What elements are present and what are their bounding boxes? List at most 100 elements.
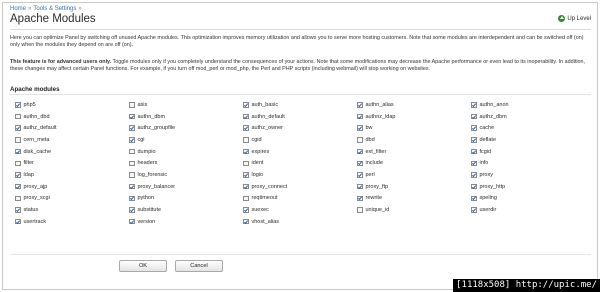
module-item[interactable]: authn_default	[243, 111, 355, 123]
module-item[interactable]: cache	[471, 122, 583, 134]
module-checkbox[interactable]	[15, 218, 21, 225]
module-item[interactable]: authz_owner	[243, 122, 355, 134]
cancel-button[interactable]: Cancel	[175, 260, 223, 272]
module-checkbox[interactable]	[471, 137, 477, 143]
module-item[interactable]: userdir	[471, 204, 583, 216]
module-item[interactable]: authz_dbm	[471, 111, 583, 123]
module-checkbox[interactable]	[15, 148, 21, 155]
module-checkbox[interactable]	[129, 195, 135, 202]
module-checkbox[interactable]	[357, 195, 363, 202]
module-item[interactable]: php5	[15, 99, 127, 111]
module-checkbox[interactable]	[471, 160, 477, 167]
module-item[interactable]: filter	[15, 157, 127, 169]
module-item[interactable]: logio	[243, 169, 355, 181]
module-item[interactable]: authz_default	[15, 122, 127, 134]
module-checkbox[interactable]	[129, 125, 135, 131]
module-item[interactable]: speling	[471, 193, 583, 205]
module-checkbox[interactable]	[129, 102, 135, 108]
module-checkbox[interactable]	[357, 148, 363, 155]
module-item[interactable]: log_forensic	[129, 169, 241, 181]
module-checkbox[interactable]	[243, 148, 249, 155]
ok-button[interactable]: OK	[119, 260, 167, 272]
module-checkbox[interactable]	[243, 102, 249, 108]
module-item[interactable]: cern_meta	[15, 134, 127, 146]
module-checkbox[interactable]	[471, 125, 477, 131]
module-checkbox[interactable]	[243, 183, 249, 190]
breadcrumb-tools-settings-link[interactable]: Tools & Settings	[33, 6, 76, 12]
module-item[interactable]: cgid	[243, 134, 355, 146]
module-item[interactable]: authnz_ldap	[357, 111, 469, 123]
module-item[interactable]: fcgid	[471, 146, 583, 158]
module-item[interactable]: reqtimeout	[243, 193, 355, 205]
module-checkbox[interactable]	[471, 113, 477, 120]
module-checkbox[interactable]	[471, 172, 477, 178]
module-item[interactable]: ldap	[15, 169, 127, 181]
module-item[interactable]: asis	[129, 99, 241, 111]
module-item[interactable]: expires	[243, 146, 355, 158]
module-checkbox[interactable]	[357, 113, 363, 120]
module-item[interactable]: version	[129, 216, 241, 228]
module-checkbox[interactable]	[357, 207, 363, 213]
module-checkbox[interactable]	[15, 172, 21, 178]
module-item[interactable]: proxy_ajp	[15, 181, 127, 193]
module-item[interactable]: vhost_alias	[243, 216, 355, 228]
module-item[interactable]: dbd	[357, 134, 469, 146]
module-item[interactable]: proxy	[471, 169, 583, 181]
module-item[interactable]: authn_anon	[471, 99, 583, 111]
module-checkbox[interactable]	[243, 125, 249, 131]
module-checkbox[interactable]	[129, 113, 135, 120]
module-item[interactable]: suexec	[243, 204, 355, 216]
module-checkbox[interactable]	[243, 137, 249, 143]
module-checkbox[interactable]	[243, 113, 249, 120]
module-checkbox[interactable]	[243, 218, 249, 225]
module-checkbox[interactable]	[471, 207, 477, 213]
module-checkbox[interactable]	[129, 207, 135, 213]
module-item[interactable]: perl	[357, 169, 469, 181]
module-item[interactable]: substitute	[129, 204, 241, 216]
module-checkbox[interactable]	[471, 183, 477, 190]
module-item[interactable]: unique_id	[357, 204, 469, 216]
module-item[interactable]: authn_dbm	[129, 111, 241, 123]
module-checkbox[interactable]	[357, 160, 363, 167]
module-checkbox[interactable]	[15, 137, 21, 143]
module-checkbox[interactable]	[357, 183, 363, 190]
module-checkbox[interactable]	[129, 218, 135, 225]
module-checkbox[interactable]	[357, 172, 363, 178]
module-checkbox[interactable]	[129, 137, 135, 143]
module-checkbox[interactable]	[15, 160, 21, 167]
module-checkbox[interactable]	[129, 148, 135, 155]
module-item[interactable]: auth_basic	[243, 99, 355, 111]
module-item[interactable]: proxy_scgi	[15, 193, 127, 205]
module-checkbox[interactable]	[15, 195, 21, 202]
module-checkbox[interactable]	[357, 102, 363, 108]
module-checkbox[interactable]	[243, 195, 249, 202]
module-checkbox[interactable]	[15, 207, 21, 213]
module-checkbox[interactable]	[357, 125, 363, 131]
module-item[interactable]: proxy_balancer	[129, 181, 241, 193]
module-item[interactable]: include	[357, 157, 469, 169]
module-item[interactable]: ext_filter	[357, 146, 469, 158]
module-item[interactable]: info	[471, 157, 583, 169]
module-item[interactable]: authz_groupfile	[129, 122, 241, 134]
module-item[interactable]: deflate	[471, 134, 583, 146]
module-checkbox[interactable]	[357, 137, 363, 143]
up-level-link[interactable]: Up Level	[558, 15, 591, 22]
module-checkbox[interactable]	[15, 125, 21, 131]
module-checkbox[interactable]	[129, 183, 135, 190]
module-item[interactable]: dumpio	[129, 146, 241, 158]
module-checkbox[interactable]	[243, 160, 249, 167]
module-item[interactable]: python	[129, 193, 241, 205]
module-checkbox[interactable]	[15, 102, 21, 108]
module-item[interactable]: status	[15, 204, 127, 216]
module-item[interactable]: proxy_ftp	[357, 181, 469, 193]
module-checkbox[interactable]	[471, 148, 477, 155]
module-checkbox[interactable]	[15, 183, 21, 190]
module-checkbox[interactable]	[243, 207, 249, 213]
module-checkbox[interactable]	[243, 172, 249, 178]
module-item[interactable]: authn_alias	[357, 99, 469, 111]
module-item[interactable]: authn_dbd	[15, 111, 127, 123]
module-item[interactable]: headers	[129, 157, 241, 169]
module-checkbox[interactable]	[471, 102, 477, 108]
module-item[interactable]: proxy_http	[471, 181, 583, 193]
module-item[interactable]: rewrite	[357, 193, 469, 205]
